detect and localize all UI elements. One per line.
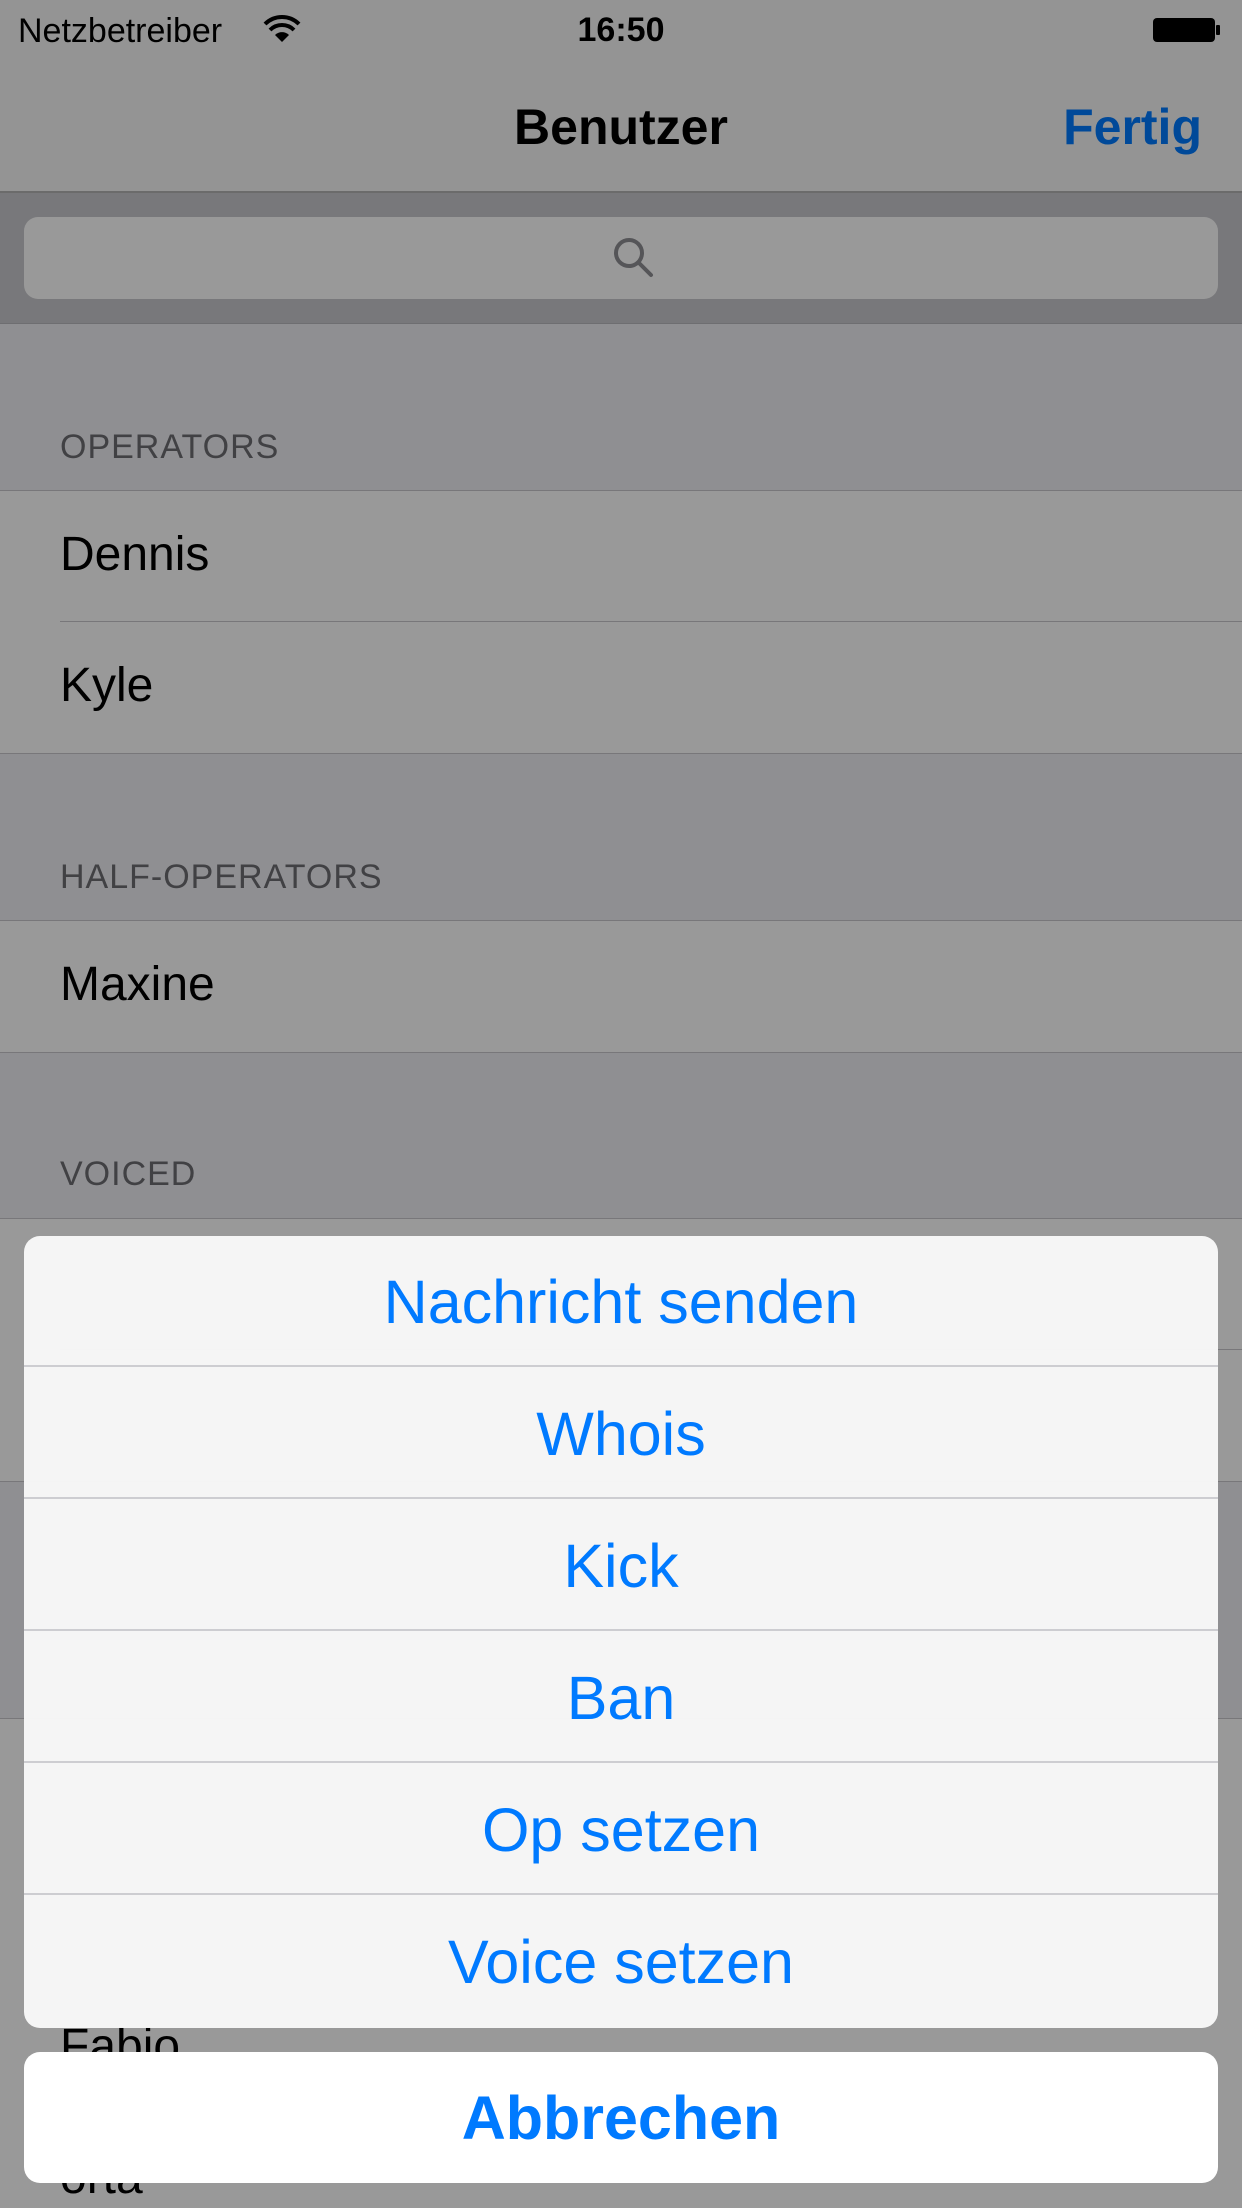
divider [24,1365,1218,1367]
cancel-button[interactable]: Abbrechen [24,2052,1218,2183]
action-label: Nachricht senden [383,1267,859,1336]
action-label: Kick [563,1531,679,1600]
ban-button[interactable]: Ban [24,1632,1218,1763]
action-label: Op setzen [481,1795,761,1864]
action-label: Whois [536,1399,706,1468]
divider [24,1629,1218,1631]
set-voice-button[interactable]: Voice setzen [24,1896,1218,2027]
action-label: Ban [566,1663,676,1732]
action-label: Voice setzen [448,1927,794,1996]
divider [24,1893,1218,1895]
action-sheet: Nachricht senden Whois Kick Ban Op setze… [24,1236,1218,2028]
divider [24,1761,1218,1763]
set-op-button[interactable]: Op setzen [24,1764,1218,1895]
kick-button[interactable]: Kick [24,1500,1218,1631]
whois-button[interactable]: Whois [24,1368,1218,1499]
divider [24,1497,1218,1499]
send-message-button[interactable]: Nachricht senden [24,1236,1218,1367]
